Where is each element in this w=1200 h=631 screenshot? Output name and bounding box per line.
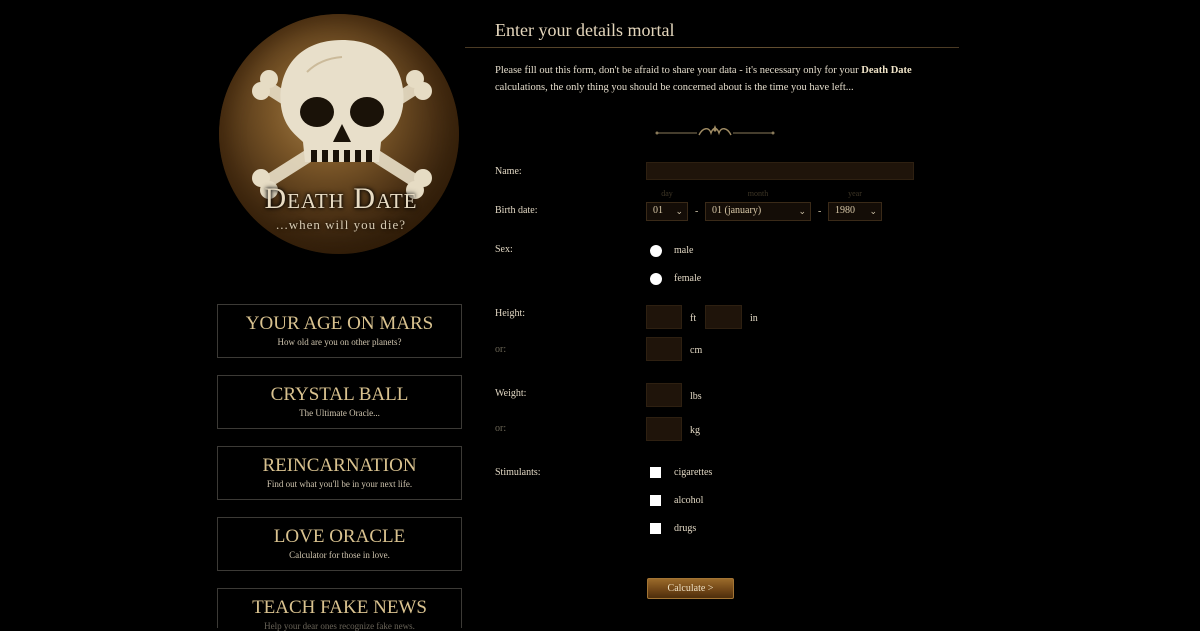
name-input[interactable] <box>646 162 914 180</box>
promo-reincarnation[interactable]: REINCARNATION Find out what you'll be in… <box>217 446 462 500</box>
unit-kg: kg <box>690 425 700 436</box>
height-cm-input[interactable] <box>646 337 682 361</box>
unit-ft: ft <box>690 313 697 324</box>
promo-love-oracle[interactable]: LOVE ORACLE Calculator for those in love… <box>217 517 462 571</box>
height-label: Height: <box>495 308 525 319</box>
sex-female-radio[interactable] <box>650 273 662 285</box>
ornament-icon <box>655 125 775 136</box>
form-intro: Please fill out this form, don't be afra… <box>495 62 935 96</box>
skull-icon <box>252 40 432 199</box>
weight-lbs-input[interactable] <box>646 383 682 407</box>
promo-title: REINCARNATION <box>262 455 417 476</box>
promo-subtitle: Calculator for those in love. <box>289 550 390 560</box>
promo-title: YOUR AGE ON MARS <box>245 313 434 334</box>
promo-your-age-on-mars[interactable]: YOUR AGE ON MARS How old are you on othe… <box>217 304 462 358</box>
day-value: 01 <box>653 205 663 216</box>
promo-title: TEACH FAKE NEWS <box>252 597 427 618</box>
intro-text-end: calculations, the only thing you should … <box>495 82 854 93</box>
stimulants-label: Stimulants: <box>495 467 541 478</box>
year-hint: year <box>848 189 862 198</box>
promo-subtitle: How old are you on other planets? <box>277 337 402 347</box>
sex-male-radio[interactable] <box>650 245 662 257</box>
day-select[interactable]: 01 ⌄ <box>646 202 688 221</box>
cigarettes-label[interactable]: cigarettes <box>674 467 712 478</box>
name-label: Name: <box>495 166 522 177</box>
sex-label: Sex: <box>495 244 513 255</box>
birth-date-label: Birth date: <box>495 205 538 216</box>
month-select[interactable]: 01 (january) ⌄ <box>705 202 811 221</box>
unit-lbs: lbs <box>690 391 702 402</box>
alcohol-label[interactable]: alcohol <box>674 495 703 506</box>
unit-cm: cm <box>690 345 703 356</box>
promo-subtitle: Find out what you'll be in your next lif… <box>266 479 413 489</box>
sex-male-label[interactable]: male <box>674 245 693 256</box>
weight-or-label: or: <box>495 423 507 434</box>
height-in-input[interactable] <box>705 305 742 329</box>
chevron-down-icon: ⌄ <box>675 206 683 216</box>
intro-bold: Death Date <box>861 65 912 76</box>
logo-subtitle: ...when will you die? <box>275 217 407 232</box>
drugs-label[interactable]: drugs <box>674 523 696 534</box>
form-heading: Enter your details mortal <box>495 20 675 40</box>
height-ft-input[interactable] <box>646 305 682 329</box>
cigarettes-checkbox[interactable] <box>650 467 661 478</box>
chevron-down-icon: ⌄ <box>869 206 877 216</box>
month-hint: month <box>747 189 769 198</box>
year-select[interactable]: 1980 ⌄ <box>828 202 882 221</box>
promo-crystal-ball[interactable]: CRYSTAL BALL The Ultimate Oracle... <box>217 375 462 429</box>
chevron-down-icon: ⌄ <box>798 206 806 216</box>
height-or-label: or: <box>495 344 507 355</box>
alcohol-checkbox[interactable] <box>650 495 661 506</box>
weight-label: Weight: <box>495 388 527 399</box>
promo-teach-fake-news[interactable]: TEACH FAKE NEWS Help your dear ones reco… <box>217 588 462 631</box>
day-hint: day <box>661 189 673 198</box>
date-separator: - <box>818 206 822 217</box>
promo-title: CRYSTAL BALL <box>270 384 409 405</box>
unit-in: in <box>750 313 758 324</box>
logo-title: Death Date <box>264 182 418 215</box>
year-value: 1980 <box>835 205 855 216</box>
drugs-checkbox[interactable] <box>650 523 661 534</box>
month-value: 01 (january) <box>712 205 762 216</box>
death-date-logo[interactable]: Death Date ...when will you die? <box>217 12 465 260</box>
weight-kg-input[interactable] <box>646 417 682 441</box>
promo-subtitle: Help your dear ones recognize fake news. <box>264 621 415 631</box>
heading-divider <box>465 47 959 48</box>
promo-title: LOVE ORACLE <box>273 526 406 547</box>
sex-female-label[interactable]: female <box>674 273 701 284</box>
date-separator: - <box>695 206 699 217</box>
promo-subtitle: The Ultimate Oracle... <box>299 408 380 418</box>
intro-text: Please fill out this form, don't be afra… <box>495 65 862 76</box>
calculate-button[interactable]: Calculate > <box>647 578 734 599</box>
